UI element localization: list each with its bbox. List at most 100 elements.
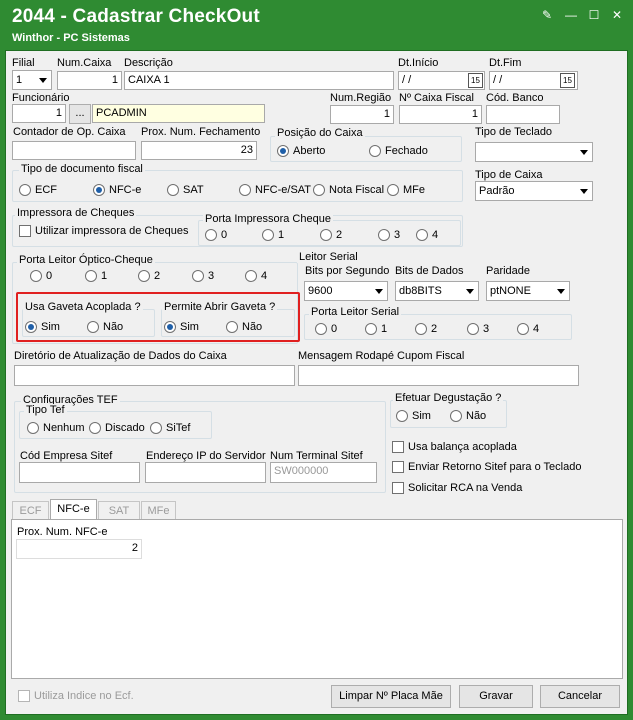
radio-ecf[interactable]: ECF (19, 184, 57, 196)
balanca-checkbox[interactable]: Usa balança acoplada (392, 441, 517, 453)
tab-ecf[interactable]: ECF (12, 501, 49, 520)
radio-label: Sim (41, 321, 60, 333)
mensagem-rodape-input[interactable] (298, 365, 579, 386)
retorno-sitef-checkbox[interactable]: Enviar Retorno Sitef para o Teclado (392, 461, 581, 473)
tab-panel-nfce: Prox. Num. NFC-e 2 (11, 519, 623, 679)
window-title: 2044 - Cadastrar CheckOut (12, 6, 260, 27)
chevron-down-icon (580, 150, 588, 155)
utiliza-indice-checkbox[interactable]: Utiliza Indice no Ecf. (18, 690, 134, 702)
radio-leitor-3[interactable]: 3 (192, 270, 214, 282)
radio-icon (450, 410, 462, 422)
chevron-down-icon (580, 189, 588, 194)
filial-select[interactable]: 1 (12, 70, 52, 90)
radio-label: 0 (46, 270, 53, 282)
radio-usa-gaveta-nao[interactable]: Não (87, 321, 123, 333)
num-caixa-fiscal-label: Nº Caixa Fiscal (399, 92, 474, 104)
checkbox-label: Utilizar impressora de Cheques (35, 225, 189, 237)
tab-sat[interactable]: SAT (98, 501, 140, 520)
num-regiao-input[interactable]: 1 (330, 105, 394, 124)
radio-serial-1[interactable]: 1 (365, 323, 387, 335)
utilizar-impressora-checkbox[interactable]: Utilizar impressora de Cheques (19, 225, 188, 237)
radio-label: Sim (412, 410, 431, 422)
radio-serial-2[interactable]: 2 (415, 323, 437, 335)
num-caixa-fiscal-input[interactable]: 1 (399, 105, 482, 124)
radio-serial-3[interactable]: 3 (467, 323, 489, 335)
radio-icon (87, 321, 99, 333)
gravar-button[interactable]: Gravar (459, 685, 533, 708)
edit-icon[interactable]: ✎ (539, 8, 555, 22)
radio-leitor-0[interactable]: 0 (30, 270, 52, 282)
cod-banco-label: Cód. Banco (486, 92, 544, 104)
close-icon[interactable]: ✕ (609, 8, 625, 22)
radio-mfe[interactable]: MFe (387, 184, 425, 196)
tipo-teclado-select[interactable] (475, 142, 593, 162)
radio-usa-gaveta-sim[interactable]: Sim (25, 321, 60, 333)
tipo-caixa-select[interactable]: Padrão (475, 181, 593, 201)
radio-tef-discado[interactable]: Discado (89, 422, 145, 434)
contador-op-input[interactable] (12, 141, 136, 160)
calendar-icon[interactable]: 15 (468, 73, 483, 88)
funcionario-code-input[interactable]: 1 (12, 104, 66, 123)
tipo-caixa-value: Padrão (479, 185, 515, 197)
radio-porta-0[interactable]: 0 (205, 229, 227, 241)
radio-degustacao-sim[interactable]: Sim (396, 410, 431, 422)
radio-leitor-2[interactable]: 2 (138, 270, 160, 282)
limpar-placa-button[interactable]: Limpar Nº Placa Mãe (331, 685, 451, 708)
bits-de-dados-select[interactable]: db8BITS (395, 281, 479, 301)
checkbox-icon (392, 461, 404, 473)
paridade-select[interactable]: ptNONE (486, 281, 570, 301)
radio-aberto[interactable]: Aberto (277, 145, 325, 157)
radio-serial-4[interactable]: 4 (517, 323, 539, 335)
radio-porta-3[interactable]: 3 (378, 229, 400, 241)
radio-icon (320, 229, 332, 241)
radio-tef-sitef[interactable]: SiTef (150, 422, 190, 434)
radio-serial-0[interactable]: 0 (315, 323, 337, 335)
radio-leitor-1[interactable]: 1 (85, 270, 107, 282)
radio-icon (315, 323, 327, 335)
radio-fechado[interactable]: Fechado (369, 145, 428, 157)
prox-num-nfce-input[interactable]: 2 (16, 539, 142, 559)
diretorio-input[interactable] (14, 365, 295, 386)
permite-gaveta-group: Permite Abrir Gaveta ? Sim Não (161, 301, 295, 337)
radio-tef-nenhum[interactable]: Nenhum (27, 422, 85, 434)
radio-porta-1[interactable]: 1 (262, 229, 284, 241)
prox-num-fechamento-input[interactable]: 23 (141, 141, 257, 160)
cod-banco-input[interactable] (486, 105, 560, 124)
radio-degustacao-nao[interactable]: Não (450, 410, 486, 422)
num-caixa-input[interactable]: 1 (57, 71, 122, 90)
radio-label: 4 (533, 323, 540, 335)
radio-icon (226, 321, 238, 333)
porta-impressora-group: Porta Impressora Cheque 0 1 2 3 4 (198, 213, 461, 246)
funcionario-lookup-button[interactable]: ... (69, 104, 91, 124)
checkbox-icon (18, 690, 30, 702)
radio-porta-4[interactable]: 4 (416, 229, 438, 241)
cancelar-button[interactable]: Cancelar (540, 685, 620, 708)
radio-permite-gaveta-sim[interactable]: Sim (164, 321, 199, 333)
maximize-icon[interactable]: ☐ (586, 8, 602, 22)
radio-icon (415, 323, 427, 335)
radio-icon (239, 184, 251, 196)
endereco-ip-input[interactable] (145, 462, 266, 483)
num-terminal-input[interactable]: SW000000 (270, 462, 377, 483)
radio-porta-2[interactable]: 2 (320, 229, 342, 241)
checkbox-label: Enviar Retorno Sitef para o Teclado (408, 461, 582, 473)
bits-por-segundo-select[interactable]: 9600 (304, 281, 388, 301)
minimize-icon[interactable]: — (563, 8, 579, 22)
descricao-input[interactable]: CAIXA 1 (124, 71, 394, 90)
radio-sat[interactable]: SAT (167, 184, 204, 196)
tab-mfe[interactable]: MFe (141, 501, 176, 520)
solicitar-rca-checkbox[interactable]: Solicitar RCA na Venda (392, 482, 522, 494)
degustacao-group: Efetuar Degustação ? Sim Não (390, 392, 507, 428)
calendar-icon[interactable]: 15 (560, 73, 575, 88)
radio-label: 1 (101, 270, 108, 282)
radio-icon (150, 422, 162, 434)
tipo-tef-title: Tipo Tef (24, 404, 67, 416)
cod-empresa-input[interactable] (19, 462, 140, 483)
impressora-cheques-title: Impressora de Cheques (15, 207, 137, 219)
radio-nfce-sat[interactable]: NFC-e/SAT (239, 184, 311, 196)
radio-permite-gaveta-nao[interactable]: Não (226, 321, 262, 333)
radio-nfce[interactable]: NFC-e (93, 184, 141, 196)
tab-nfce[interactable]: NFC-e (50, 499, 97, 520)
radio-leitor-4[interactable]: 4 (245, 270, 267, 282)
radio-nota-fiscal[interactable]: Nota Fiscal (313, 184, 384, 196)
